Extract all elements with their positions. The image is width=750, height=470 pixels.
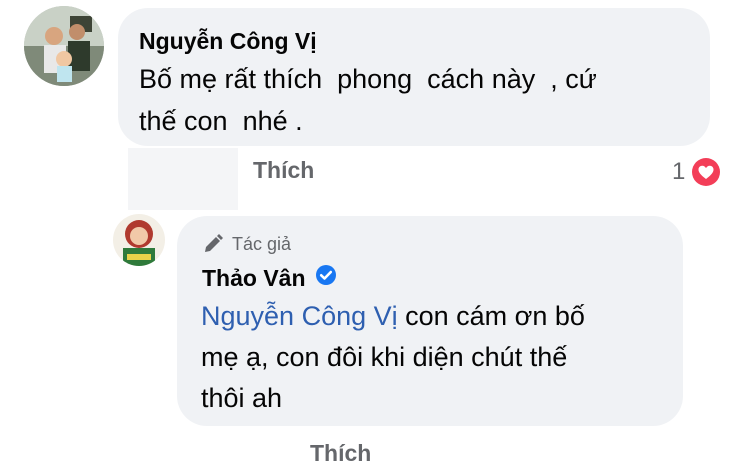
reply-bubble: Tác giả Thảo Vân Nguyễn Công Vị con cám … [177,216,683,426]
thread-line [128,148,238,210]
pencil-icon [205,234,223,252]
mention-link[interactable]: Nguyễn Công Vị [201,301,398,331]
reply-text: Nguyễn Công Vị con cám ơn bố mẹ ạ, con đ… [201,296,671,419]
author-badge: Tác giả [202,233,291,255]
author-badge-label: Tác giả [232,233,292,254]
reply-author[interactable]: Thảo Vân [202,264,337,292]
comment-bubble: Nguyễn Công Vị Bố mẹ rất thích phong các… [118,8,710,146]
commenter-avatar[interactable] [24,6,104,86]
comment-text: Bố mẹ rất thích phong cách này , cứ thế … [139,64,597,136]
verified-check-icon [315,264,337,292]
reaction-summary[interactable]: 1 [672,155,724,189]
heart-icon [689,155,724,189]
reply-author-avatar[interactable] [113,214,165,266]
reply-author-name: Thảo Vân [202,264,306,291]
like-button[interactable]: Thích [253,157,314,184]
reply-like-button[interactable]: Thích [310,440,371,467]
comment-author[interactable]: Nguyễn Công Vị [139,28,317,55]
reaction-count: 1 [672,158,686,185]
